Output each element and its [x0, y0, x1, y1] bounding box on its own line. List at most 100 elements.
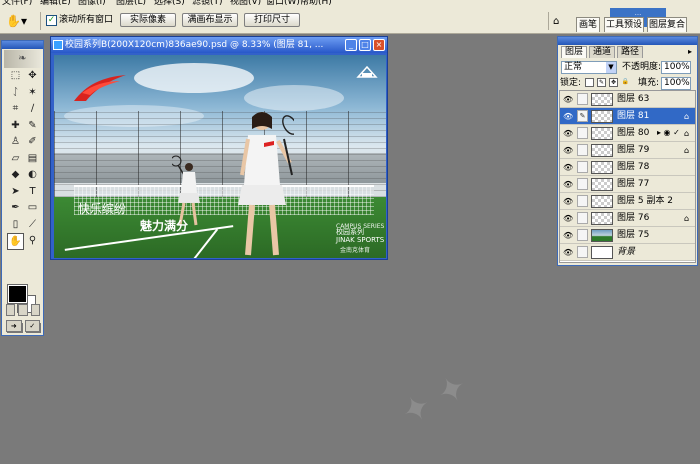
menu-edit[interactable]: 编辑(E) — [40, 0, 71, 8]
adobe-feather-icon[interactable]: ❧ — [4, 50, 41, 68]
maximize-button[interactable]: □ — [359, 39, 371, 51]
gradient-tool-icon[interactable]: ▤ — [24, 151, 41, 168]
tab-paths[interactable]: 路径 — [617, 46, 644, 58]
clone-stamp-tool-icon[interactable]: ♙ — [7, 134, 24, 151]
layer-link-box[interactable] — [577, 246, 588, 258]
layer-thumbnail — [591, 246, 613, 259]
scroll-all-checkbox[interactable]: ✓ — [46, 15, 57, 26]
brush-edit-icon[interactable]: ✎ — [577, 110, 588, 122]
layer-row[interactable]: 👁 图层 79 ⌂ — [560, 142, 695, 159]
eye-icon[interactable]: 👁 — [563, 129, 573, 138]
menu-file[interactable]: 文件(F) — [2, 0, 32, 8]
layer-row[interactable]: 👁 图层 78 — [560, 159, 695, 176]
lock-position-icon[interactable]: ✥ — [609, 78, 618, 87]
blur-tool-icon[interactable]: ◆ — [7, 167, 24, 184]
layer-row[interactable]: 👁 图层 80 ▸ ◉ ✓ ⌂ — [560, 125, 695, 142]
layer-link-box[interactable] — [577, 127, 588, 139]
healing-brush-tool-icon[interactable]: ✚ — [7, 118, 24, 135]
opacity-input[interactable]: 100% — [661, 61, 691, 74]
tab-brushes[interactable]: 画笔 — [576, 17, 600, 32]
panel-menu-icon[interactable]: ▸ — [688, 47, 692, 56]
eye-icon[interactable]: 👁 — [563, 231, 573, 240]
tab-tool-presets[interactable]: 工具预设 — [604, 17, 644, 32]
lock-image-icon[interactable]: ✎ — [597, 78, 606, 87]
shape-tool-icon[interactable]: ▭ — [24, 200, 41, 217]
layer-link-box[interactable] — [577, 212, 588, 224]
blend-mode-select[interactable]: 正常 ▼ — [561, 61, 617, 74]
eye-icon[interactable]: 👁 — [563, 146, 573, 155]
jump-to-imageready-icon[interactable]: ➜ — [6, 320, 22, 332]
eyedropper-tool-icon[interactable]: ⟋ — [24, 217, 41, 234]
menu-window[interactable]: 窗口(W) — [266, 0, 300, 8]
type-tool-icon[interactable]: T — [24, 184, 41, 201]
screen-mode-full-menu-icon[interactable] — [18, 304, 28, 316]
document-titlebar[interactable]: 校园系列B(200X120cm)836ae90.psd @ 8.33% (图层 … — [51, 37, 387, 53]
layer-row[interactable]: 👁 图层 63 — [560, 91, 695, 108]
magic-wand-tool-icon[interactable]: ✶ — [24, 85, 41, 102]
menu-image[interactable]: 图像(I) — [78, 0, 106, 8]
close-button[interactable]: × — [373, 39, 385, 51]
hand-tool-button-icon[interactable]: ✋ — [7, 233, 24, 250]
eye-icon[interactable]: 👁 — [563, 163, 573, 172]
layer-link-box[interactable] — [577, 195, 588, 207]
layer-row[interactable]: 👁 图层 77 — [560, 176, 695, 193]
eye-icon[interactable]: 👁 — [563, 214, 573, 223]
layer-link-box[interactable] — [577, 144, 588, 156]
slice-tool-icon[interactable]: ∕ — [24, 101, 41, 118]
layer-link-box[interactable] — [577, 229, 588, 241]
notes-tool-icon[interactable]: ▯ — [7, 217, 24, 234]
tab-layer-comps[interactable]: 图层复合 — [647, 17, 687, 32]
screen-mode-full-icon[interactable] — [30, 304, 40, 316]
tab-layers[interactable]: 图层 — [561, 46, 588, 58]
move-tool-icon[interactable]: ✥ — [24, 68, 41, 85]
lasso-tool-icon[interactable]: ᛇ — [7, 85, 24, 102]
screen-mode-standard-icon[interactable] — [6, 304, 16, 316]
eye-icon[interactable]: 👁 — [563, 248, 573, 257]
foreground-color-swatch[interactable] — [7, 284, 28, 304]
layer-row[interactable]: 👁 图层 76 ⌂ — [560, 210, 695, 227]
watermark: ✦ ✦ — [394, 366, 475, 434]
path-selection-tool-icon[interactable]: ➤ — [7, 184, 24, 201]
hand-tool-icon[interactable]: ✋▾ — [6, 13, 34, 29]
file-browser-icon[interactable]: ⌂ — [553, 16, 559, 27]
layer-row[interactable]: 👁 图层 5 副本 2 — [560, 193, 695, 210]
actual-pixels-button[interactable]: 实际像素 — [120, 13, 176, 27]
layer-name: 图层 80 — [617, 128, 650, 138]
fit-screen-button[interactable]: 满画布显示 — [182, 13, 238, 27]
layer-row[interactable]: 👁 图层 75 — [560, 227, 695, 244]
menu-help[interactable]: 帮助(H) — [300, 0, 332, 8]
brush-preset-icon[interactable]: ✓ — [24, 320, 40, 332]
lock-all-icon[interactable]: 🔒 — [621, 78, 630, 87]
crop-tool-icon[interactable]: ⌗ — [7, 101, 24, 118]
menu-select[interactable]: 选择(S) — [154, 0, 185, 8]
image-canvas[interactable]: 快乐缤纷 魅力满分 CAMPUS SERIES 校园系列 JINAK SPORT… — [54, 55, 386, 258]
history-brush-tool-icon[interactable]: ✐ — [24, 134, 41, 151]
tab-channels[interactable]: 通道 — [589, 46, 616, 58]
print-size-button[interactable]: 打印尺寸 — [244, 13, 300, 27]
brush-tool-icon[interactable]: ✎ — [24, 118, 41, 135]
zoom-tool-icon[interactable]: ⚲ — [24, 233, 41, 250]
eye-icon[interactable]: 👁 — [563, 112, 573, 121]
menu-layer[interactable]: 图层(L) — [116, 0, 146, 8]
marquee-tool-icon[interactable]: ⬚ — [7, 68, 24, 85]
eye-icon[interactable]: 👁 — [563, 197, 573, 206]
menu-filter[interactable]: 滤镜(T) — [192, 0, 223, 8]
lock-transparency-icon[interactable] — [585, 78, 594, 87]
eye-icon[interactable]: 👁 — [563, 180, 573, 189]
layer-link-box[interactable] — [577, 161, 588, 173]
eraser-tool-icon[interactable]: ▱ — [7, 151, 24, 168]
layer-link-box[interactable] — [577, 178, 588, 190]
layer-row-selected[interactable]: 👁 ✎ 图层 81 ⌂ — [560, 108, 695, 125]
toolbox-titlebar[interactable] — [2, 41, 43, 49]
eye-icon[interactable]: 👁 — [563, 95, 573, 104]
layer-row-background[interactable]: 👁 背景 — [560, 244, 695, 261]
layer-name: 图层 63 — [617, 94, 650, 104]
minimize-button[interactable]: _ — [345, 39, 357, 51]
menu-view[interactable]: 视图(V) — [230, 0, 261, 8]
layers-panel-titlebar[interactable] — [558, 37, 697, 45]
layer-link-box[interactable] — [577, 93, 588, 105]
fill-input[interactable]: 100% — [661, 77, 691, 90]
pen-tool-icon[interactable]: ✒ — [7, 200, 24, 217]
dodge-tool-icon[interactable]: ◐ — [24, 167, 41, 184]
layer-style-icon[interactable]: ▸ ◉ ✓ — [657, 128, 680, 138]
